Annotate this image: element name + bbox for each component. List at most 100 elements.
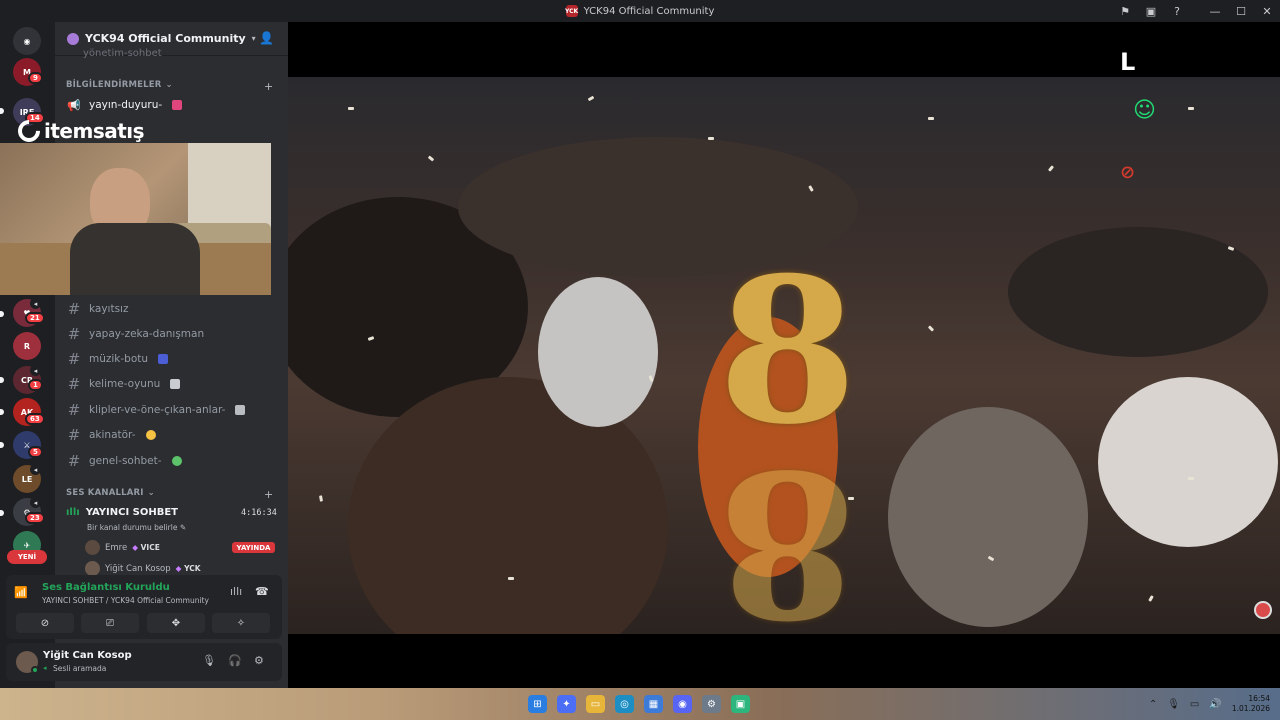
os-taskbar: ⊞ ✦ ▭ ◎ ▦ ◉ ⚙ ▣ ⌃ 🎙 ▭ 🔊 16:54 1.01.2026: [0, 688, 1280, 720]
display-tray-icon[interactable]: ▭: [1190, 699, 1199, 710]
unread-pill: [0, 442, 4, 448]
sponsor-logo-text: itemsatış: [44, 119, 145, 143]
hash-icon: #: [67, 375, 81, 393]
microphone-tray-icon[interactable]: 🎙: [1167, 699, 1180, 710]
announcement-icon: 📢: [67, 98, 81, 112]
emoji-icon: [145, 430, 156, 440]
channel-label: yayın-duyuru-: [89, 99, 163, 111]
user-tag-text: VICE: [140, 543, 160, 552]
signal-icon[interactable]: 📶: [14, 586, 28, 599]
confetti: [1047, 165, 1055, 172]
streamer-body: [70, 223, 200, 295]
volume-icon[interactable]: 🔊: [1209, 699, 1221, 710]
channel-klipler[interactable]: # klipler-ve-öne-çıkan-anlar-: [63, 399, 281, 421]
server-name: YCK94 Official Community: [85, 32, 246, 45]
channel-kayitsiz[interactable]: # kayıtsız: [63, 298, 281, 320]
discord-taskbar-icon[interactable]: ◉: [673, 695, 692, 713]
channel-yapay-zeka[interactable]: # yapay-zeka-danışman: [63, 323, 281, 345]
file-explorer-icon[interactable]: ▭: [586, 695, 605, 713]
channel-label: yapay-zeka-danışman: [89, 328, 205, 340]
noise-suppression-icon[interactable]: ıllı: [230, 585, 242, 598]
category-voice[interactable]: SES KANALLARI ⌄ +: [66, 488, 278, 501]
activities-icon: ✥: [171, 617, 181, 629]
corner-mark: L: [1120, 48, 1136, 76]
hash-icon: #: [67, 300, 81, 318]
screen-share-button[interactable]: ⎚: [81, 613, 139, 633]
channel-label: müzik-botu: [89, 353, 149, 365]
unread-pill: [0, 377, 4, 383]
channel-genel-sohbet[interactable]: # genel-sohbet-: [63, 450, 281, 472]
voice-channel[interactable]: ıllı YAYINCI SOHBET: [66, 507, 178, 518]
sponsor-logo: itemsatış: [13, 115, 178, 147]
clock[interactable]: 16:54 1.01.2026: [1232, 694, 1270, 714]
server-icon-4[interactable]: R: [13, 332, 41, 360]
app-taskbar-icon[interactable]: ▣: [731, 695, 750, 713]
channel-muzik-botu[interactable]: # müzik-botu: [63, 348, 281, 370]
new-badge[interactable]: YENİ: [7, 550, 47, 564]
pencil-icon: ✎: [179, 523, 187, 532]
close-button[interactable]: ✕: [1254, 0, 1280, 22]
add-member-icon[interactable]: 👤: [259, 31, 274, 45]
gem-icon: ◆: [132, 543, 138, 552]
avatar: [85, 540, 100, 555]
chevron-down-icon: ▾: [251, 34, 256, 43]
confetti: [348, 107, 354, 110]
copilot-icon[interactable]: ✦: [557, 695, 576, 713]
avatar: [85, 561, 100, 576]
maximize-button[interactable]: ☐: [1228, 0, 1254, 22]
robot-logo-icon: ☺: [1133, 98, 1156, 123]
channel-kelime-oyunu[interactable]: # kelime-oyunu: [63, 373, 281, 395]
windows-start-icon[interactable]: ⊞: [528, 695, 547, 713]
connection-title[interactable]: Ses Bağlantısı Kuruldu: [42, 582, 170, 593]
voice-connection-panel: 📶 Ses Bağlantısı Kuruldu YAYINCI SOHBET …: [6, 575, 282, 639]
inbox-icon[interactable]: ▣: [1138, 0, 1164, 22]
discord-home-icon[interactable]: ◉: [13, 27, 41, 55]
add-channel-icon[interactable]: +: [264, 488, 273, 501]
hash-icon: #: [67, 426, 81, 444]
flag-icon[interactable]: ⚑: [1112, 0, 1138, 22]
clock-date: 1.01.2026: [1231, 704, 1270, 713]
channel-label: akinatör-: [89, 429, 136, 441]
microphone-icon[interactable]: 🎙: [202, 654, 216, 667]
chevron-up-icon[interactable]: ⌃: [1149, 699, 1157, 710]
voice-user-emre[interactable]: Emre ◆ VICE: [85, 540, 160, 555]
soundboard-button[interactable]: ✧: [212, 613, 270, 633]
camera-off-button[interactable]: ⊘: [16, 613, 74, 633]
window-title-text: YCK94 Official Community: [583, 5, 715, 17]
hash-icon: #: [67, 325, 81, 343]
confetti: [927, 325, 935, 332]
settings-gear-icon[interactable]: ⚙: [254, 654, 264, 667]
edge-browser-icon[interactable]: ◎: [615, 695, 634, 713]
headphones-icon[interactable]: 🎧: [228, 654, 242, 667]
server-badge-3: 21: [25, 312, 45, 324]
faded-channel[interactable]: yönetim-sohbet: [83, 48, 162, 59]
connection-subtitle[interactable]: YAYINCI SOHBET / YCK94 Official Communit…: [42, 596, 209, 605]
server-badge-7: 23: [25, 512, 45, 524]
activities-button[interactable]: ✥: [147, 613, 205, 633]
minimize-button[interactable]: —: [1202, 0, 1228, 22]
category-label: SES KANALLARI: [66, 488, 144, 498]
channel-yayin-duyuru[interactable]: 📢 yayın-duyuru-: [63, 94, 281, 116]
crowd-shape: [888, 407, 1088, 627]
store-icon[interactable]: ▦: [644, 695, 663, 713]
emoji-icon: [235, 405, 246, 415]
app-icon: YCK: [565, 5, 578, 17]
channel-label: genel-sohbet-: [89, 455, 162, 467]
help-icon[interactable]: ?: [1164, 0, 1190, 22]
add-channel-icon[interactable]: +: [264, 80, 273, 93]
settings-taskbar-icon[interactable]: ⚙: [702, 695, 721, 713]
voice-user-yigit[interactable]: Yiğit Can Kosop ◆ YCK: [85, 561, 201, 576]
chevron-down-icon: ⌄: [147, 488, 155, 498]
server-badge-1: 9: [28, 72, 43, 84]
user-name[interactable]: Yiğit Can Kosop: [43, 650, 132, 661]
channel-status-prompt[interactable]: Bir kanal durumu belirle ✎: [87, 523, 186, 532]
category-notifications[interactable]: BİLGİLENDİRMELER ⌄ +: [66, 80, 278, 93]
speaker-icon: ◂: [30, 497, 41, 508]
user-tag: ◆ VICE: [132, 543, 160, 552]
channel-akinator[interactable]: # akinatör-: [63, 424, 281, 446]
stream-viewer[interactable]: 8 8 L ☺ ⊘: [288, 22, 1280, 688]
live-badge: YAYINDA: [232, 542, 275, 553]
disconnect-icon[interactable]: ☎: [255, 585, 269, 598]
channel-label: klipler-ve-öne-çıkan-anlar-: [89, 404, 226, 416]
voice-active-icon: ıllı: [66, 507, 80, 518]
